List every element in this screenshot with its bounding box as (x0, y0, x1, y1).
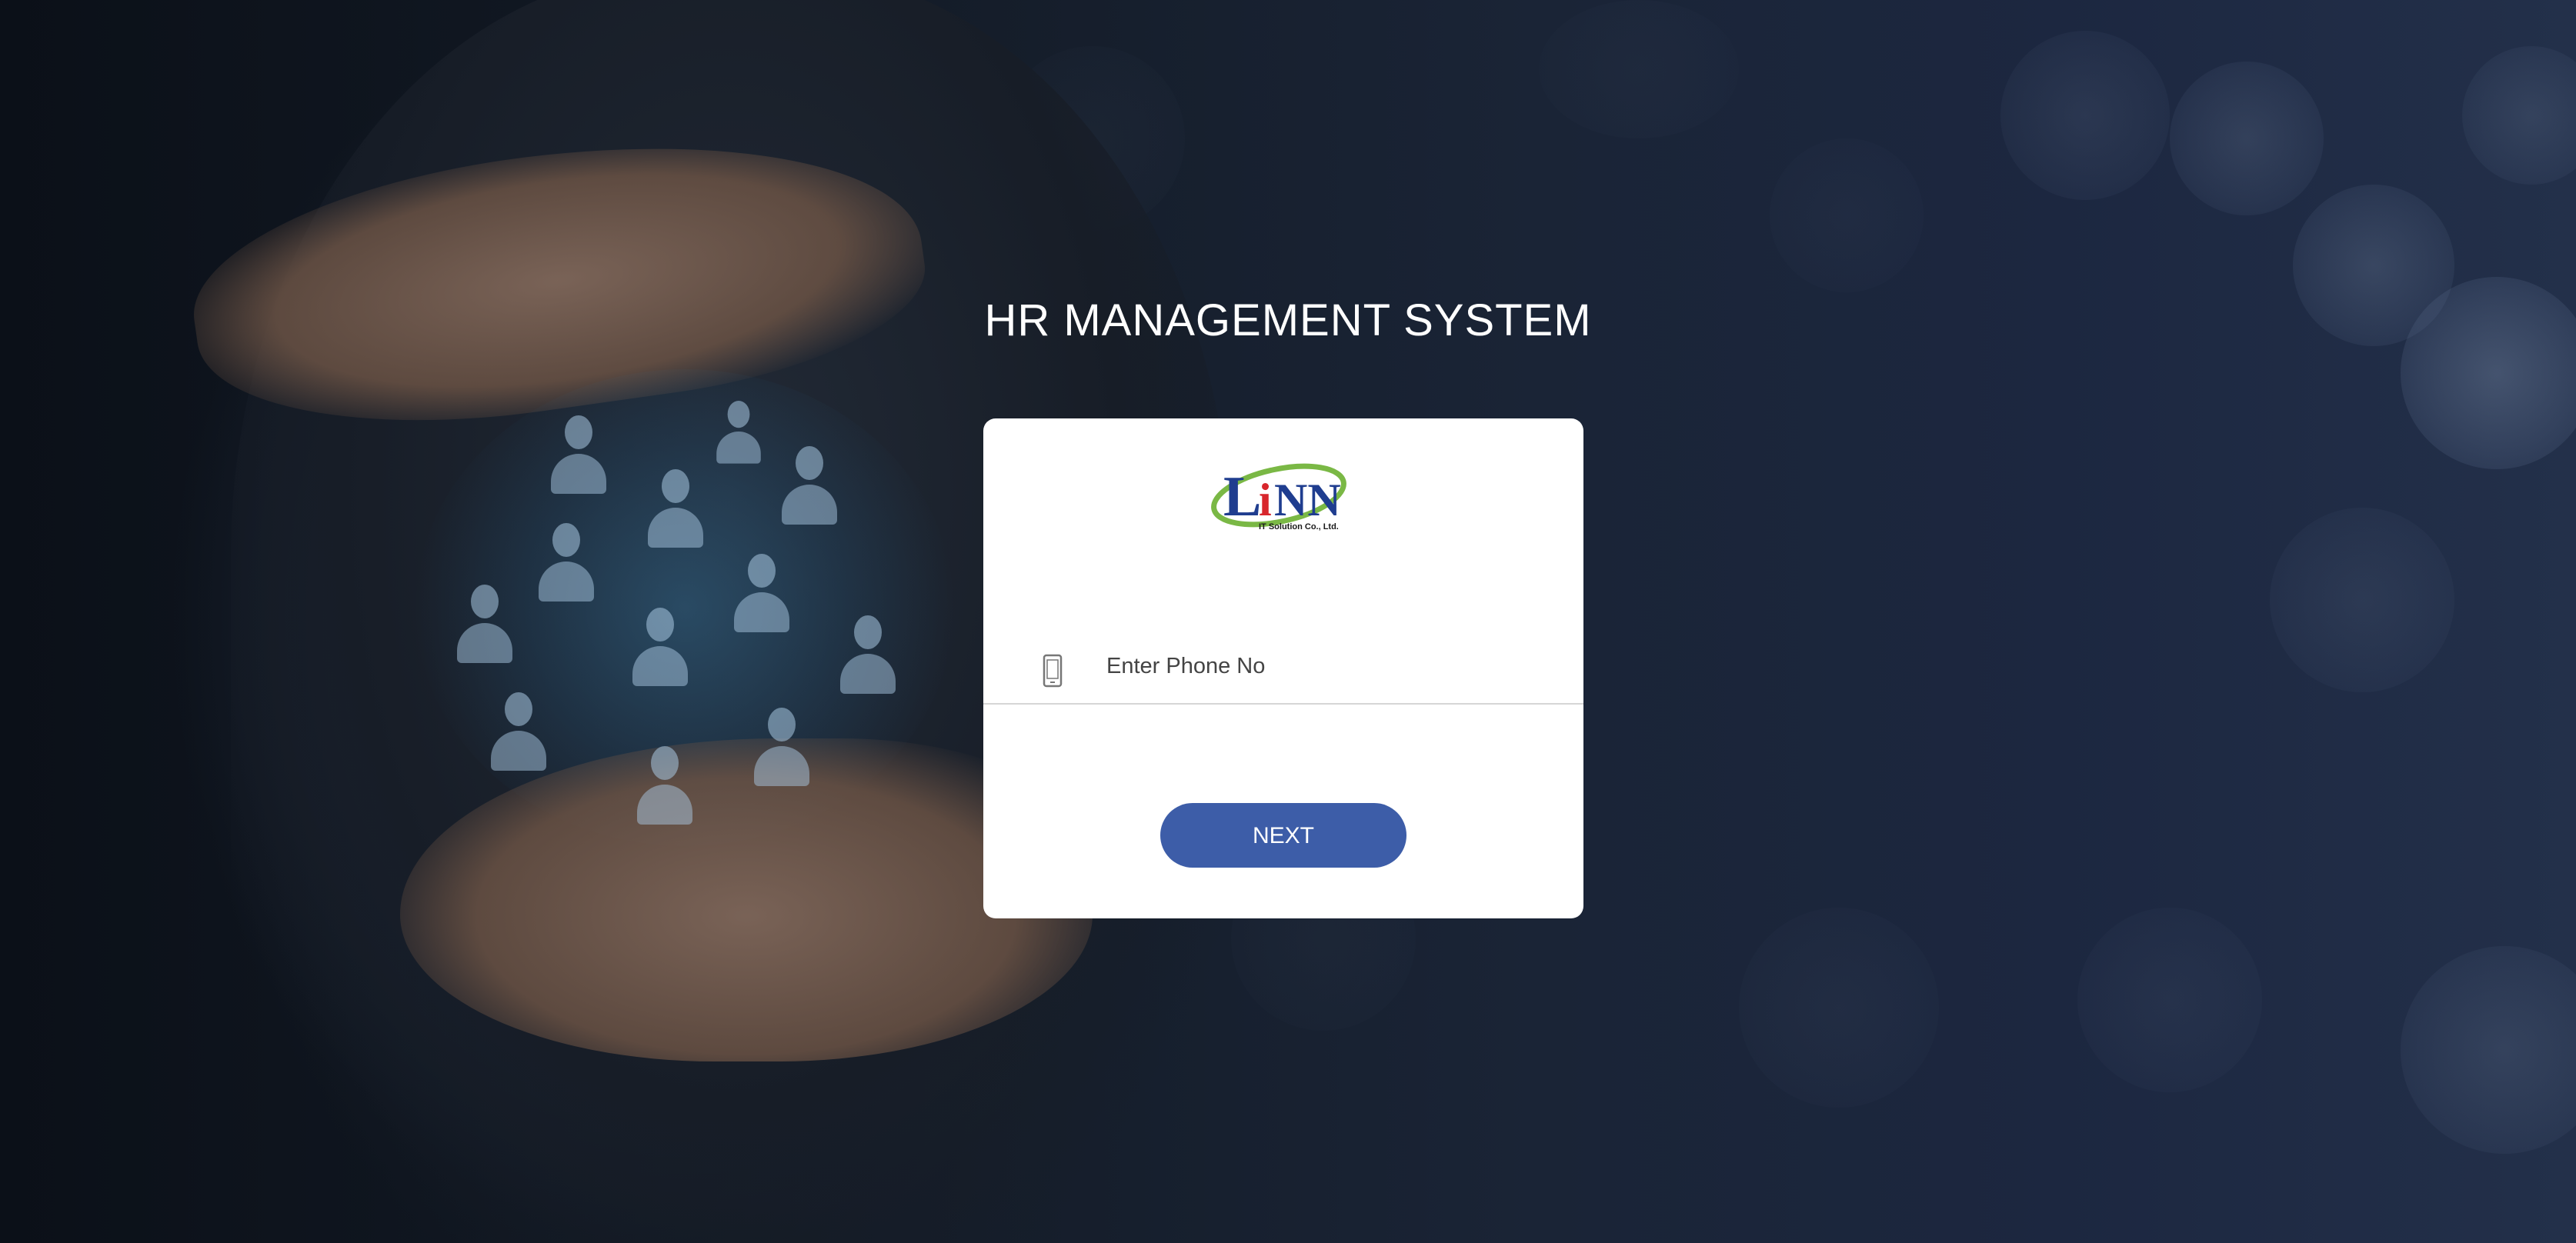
login-card: L i NN IT Solution Co., Ltd. NEXT (983, 418, 1583, 918)
svg-text:i: i (1259, 475, 1272, 525)
mobile-phone-icon (1042, 654, 1063, 688)
svg-text:IT Solution Co., Ltd.: IT Solution Co., Ltd. (1259, 522, 1339, 532)
phone-number-input[interactable] (1106, 645, 1537, 688)
page-title: HR MANAGEMENT SYSTEM (984, 295, 1592, 345)
phone-field-row (983, 634, 1583, 705)
svg-text:L: L (1223, 465, 1261, 528)
svg-text:NN: NN (1274, 475, 1341, 525)
next-button[interactable]: NEXT (1160, 803, 1406, 868)
company-logo: L i NN IT Solution Co., Ltd. (1208, 455, 1362, 540)
